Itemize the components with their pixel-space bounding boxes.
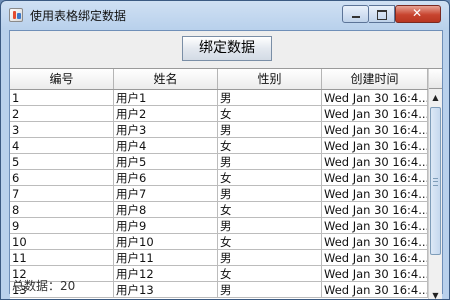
table-row[interactable]: 3 用户3 男 Wed Jan 30 16:4...: [10, 122, 428, 138]
window-title: 使用表格绑定数据: [30, 9, 127, 23]
cell-name[interactable]: 用户9: [114, 218, 218, 234]
cell-gender[interactable]: 女: [218, 106, 322, 122]
table-row[interactable]: 7 用户7 男 Wed Jan 30 16:4...: [10, 186, 428, 202]
cell-name[interactable]: 用户10: [114, 234, 218, 250]
cell-id[interactable]: 9: [10, 218, 114, 234]
cell-name[interactable]: 用户12: [114, 266, 218, 282]
cell-gender[interactable]: 男: [218, 186, 322, 202]
close-button[interactable]: [395, 5, 441, 23]
cell-id[interactable]: 8: [10, 202, 114, 218]
cell-created-time[interactable]: Wed Jan 30 16:4...: [322, 202, 428, 218]
cell-created-time[interactable]: Wed Jan 30 16:4...: [322, 282, 428, 298]
column-header-name[interactable]: 姓名: [114, 69, 218, 89]
cell-id[interactable]: 11: [10, 250, 114, 266]
table-row[interactable]: 4 用户4 女 Wed Jan 30 16:4...: [10, 138, 428, 154]
grip-icon: [433, 178, 438, 186]
column-header-id[interactable]: 编号: [10, 69, 114, 89]
content-panel: 绑定数据 编号 姓名 性别 创建时间 1 用户1 男 Wed Jan 30 16:4.…: [9, 30, 443, 299]
chevron-up-icon: ▲: [432, 93, 439, 102]
cell-id[interactable]: 6: [10, 170, 114, 186]
table-body: 1 用户1 男 Wed Jan 30 16:4... 2 用户2 女 Wed Jan 30 1…: [10, 90, 428, 299]
cell-id[interactable]: 2: [10, 106, 114, 122]
column-header-gender[interactable]: 性别: [218, 69, 322, 89]
minimize-button[interactable]: [342, 5, 369, 23]
cell-name[interactable]: 用户5: [114, 154, 218, 170]
scroll-down-button[interactable]: ▼: [429, 289, 442, 300]
cell-created-time[interactable]: Wed Jan 30 16:4...: [322, 122, 428, 138]
cell-id[interactable]: 1: [10, 90, 114, 106]
cell-id[interactable]: 10: [10, 234, 114, 250]
cell-created-time[interactable]: Wed Jan 30 16:4...: [322, 170, 428, 186]
vertical-scrollbar[interactable]: ▲ ▼: [428, 69, 442, 300]
cell-name[interactable]: 用户2: [114, 106, 218, 122]
user-table: 编号 姓名 性别 创建时间 1 用户1 男 Wed Jan 30 16:4... 2 用户…: [10, 68, 442, 300]
cell-gender[interactable]: 男: [218, 218, 322, 234]
cell-name[interactable]: 用户1: [114, 90, 218, 106]
table-row[interactable]: 5 用户5 男 Wed Jan 30 16:4...: [10, 154, 428, 170]
cell-gender[interactable]: 男: [218, 250, 322, 266]
scrollbar-corner: [429, 69, 442, 89]
cell-gender[interactable]: 男: [218, 154, 322, 170]
cell-gender[interactable]: 女: [218, 234, 322, 250]
maximize-button[interactable]: [369, 5, 395, 23]
status-bar: 总数据：20: [12, 277, 75, 294]
bind-data-button[interactable]: 绑定数据: [182, 36, 272, 61]
scroll-up-button[interactable]: ▲: [429, 91, 442, 105]
cell-created-time[interactable]: Wed Jan 30 16:4...: [322, 186, 428, 202]
java-app-icon: [9, 8, 23, 22]
cell-created-time[interactable]: Wed Jan 30 16:4...: [322, 138, 428, 154]
cell-id[interactable]: 7: [10, 186, 114, 202]
table-row[interactable]: 9 用户9 男 Wed Jan 30 16:4...: [10, 218, 428, 234]
table-row[interactable]: 6 用户6 女 Wed Jan 30 16:4...: [10, 170, 428, 186]
table-row[interactable]: 10 用户10 女 Wed Jan 30 16:4...: [10, 234, 428, 250]
table-row[interactable]: 11 用户11 男 Wed Jan 30 16:4...: [10, 250, 428, 266]
cell-created-time[interactable]: Wed Jan 30 16:4...: [322, 250, 428, 266]
cell-name[interactable]: 用户11: [114, 250, 218, 266]
app-window: 使用表格绑定数据 绑定数据 编号 姓名 性别 创建时间 1用户1男Wed Jan…: [0, 0, 450, 300]
cell-gender[interactable]: 女: [218, 138, 322, 154]
cell-gender[interactable]: 女: [218, 266, 322, 282]
cell-name[interactable]: 用户7: [114, 186, 218, 202]
cell-name[interactable]: 用户6: [114, 170, 218, 186]
cell-name[interactable]: 用户8: [114, 202, 218, 218]
scrollbar-thumb[interactable]: [430, 107, 441, 255]
cell-gender[interactable]: 男: [218, 122, 322, 138]
cell-id[interactable]: 3: [10, 122, 114, 138]
cell-gender[interactable]: 男: [218, 90, 322, 106]
cell-created-time[interactable]: Wed Jan 30 16:4...: [322, 218, 428, 234]
cell-created-time[interactable]: Wed Jan 30 16:4...: [322, 234, 428, 250]
table-row[interactable]: 2 用户2 女 Wed Jan 30 16:4...: [10, 106, 428, 122]
cell-created-time[interactable]: Wed Jan 30 16:4...: [322, 106, 428, 122]
chevron-down-icon: ▼: [432, 291, 439, 300]
cell-gender[interactable]: 女: [218, 170, 322, 186]
cell-name[interactable]: 用户3: [114, 122, 218, 138]
cell-created-time[interactable]: Wed Jan 30 16:4...: [322, 90, 428, 106]
column-header-created-time[interactable]: 创建时间: [322, 69, 428, 89]
cell-id[interactable]: 5: [10, 154, 114, 170]
cell-name[interactable]: 用户13: [114, 282, 218, 298]
cell-created-time[interactable]: Wed Jan 30 16:4...: [322, 266, 428, 282]
cell-created-time[interactable]: Wed Jan 30 16:4...: [322, 154, 428, 170]
total-count: 20: [60, 279, 76, 293]
cell-gender[interactable]: 男: [218, 282, 322, 298]
table-header: 编号 姓名 性别 创建时间: [10, 69, 428, 90]
table-row[interactable]: 8 用户8 女 Wed Jan 30 16:4...: [10, 202, 428, 218]
cell-gender[interactable]: 女: [218, 202, 322, 218]
total-label: 总数据：: [12, 279, 61, 293]
table-row[interactable]: 1 用户1 男 Wed Jan 30 16:4...: [10, 90, 428, 106]
cell-id[interactable]: 4: [10, 138, 114, 154]
cell-name[interactable]: 用户4: [114, 138, 218, 154]
title-bar[interactable]: 使用表格绑定数据: [1, 1, 449, 30]
